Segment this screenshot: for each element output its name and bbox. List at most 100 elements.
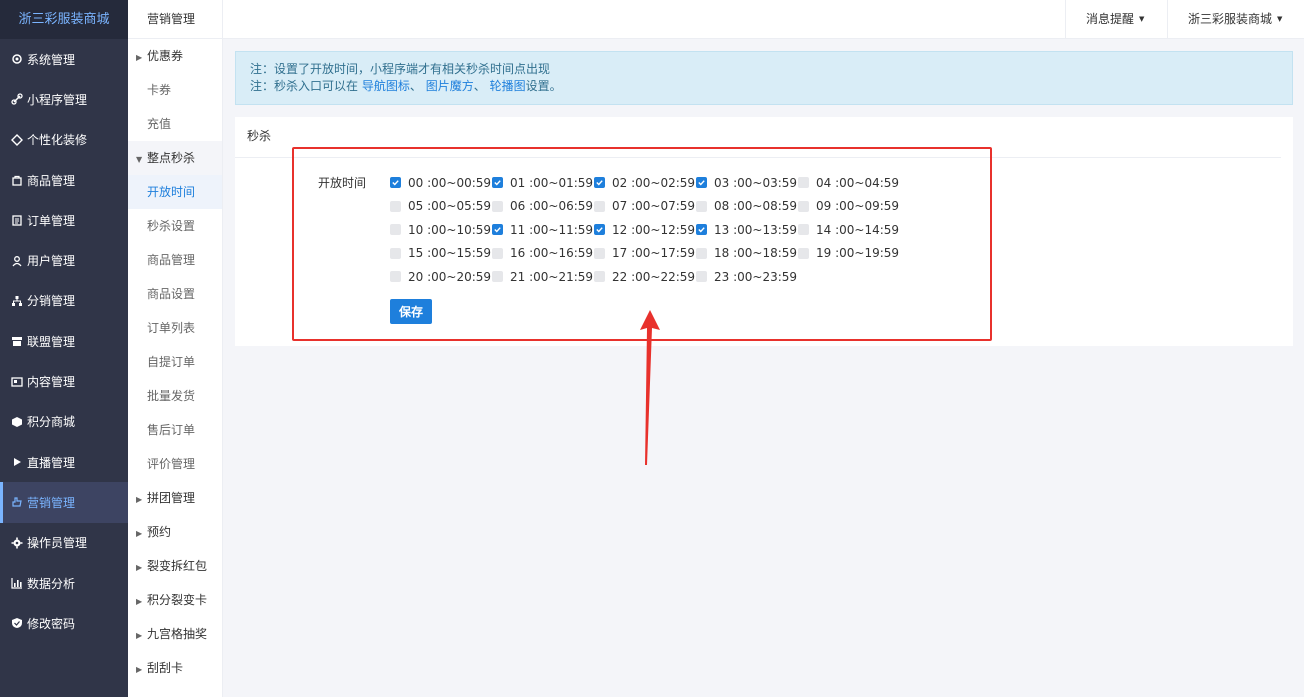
checkbox-unchecked[interactable] bbox=[492, 247, 503, 259]
checkbox-unchecked[interactable] bbox=[696, 271, 707, 283]
nav-item-10[interactable]: 直播管理 bbox=[0, 442, 128, 482]
checkbox-unchecked[interactable] bbox=[696, 247, 707, 259]
time-slot-option[interactable]: 21 :00~21:59 bbox=[492, 270, 594, 284]
submenu-item-12[interactable]: 评价管理 bbox=[128, 447, 222, 481]
time-slot-option[interactable]: 06 :00~06:59 bbox=[492, 199, 594, 213]
checkbox-unchecked[interactable] bbox=[798, 247, 809, 259]
time-slot-option[interactable]: 22 :00~22:59 bbox=[594, 270, 696, 284]
submenu-item-18[interactable]: ▶ 刮刮卡 bbox=[128, 651, 222, 685]
submenu-item-8[interactable]: 订单列表 bbox=[128, 311, 222, 345]
nav-item-6[interactable]: 分销管理 bbox=[0, 281, 128, 321]
nav-item-9[interactable]: 积分商城 bbox=[0, 402, 128, 442]
submenu-item-label: 批量发货 bbox=[147, 389, 196, 403]
checkbox-unchecked[interactable] bbox=[390, 247, 401, 259]
time-slot-option[interactable]: 08 :00~08:59 bbox=[696, 199, 798, 213]
time-slot-option[interactable]: 03 :00~03:59 bbox=[696, 176, 798, 190]
submenu-item-17[interactable]: ▶ 九宫格抽奖 bbox=[128, 617, 222, 651]
time-slot-option[interactable]: 00 :00~00:59 bbox=[390, 176, 492, 190]
nav-item-4[interactable]: 订单管理 bbox=[0, 200, 128, 240]
checkbox-unchecked[interactable] bbox=[390, 271, 401, 283]
submenu-item-13[interactable]: ▶ 拼团管理 bbox=[128, 481, 222, 515]
time-slot-option[interactable]: 10 :00~10:59 bbox=[390, 223, 492, 237]
nav-item-0[interactable]: 系统管理 bbox=[0, 39, 128, 79]
checkbox-checked[interactable] bbox=[390, 177, 401, 189]
time-slot-option[interactable]: 16 :00~16:59 bbox=[492, 246, 594, 260]
nav-item-8[interactable]: 内容管理 bbox=[0, 361, 128, 401]
checkbox-checked[interactable] bbox=[594, 177, 605, 189]
time-slot-label: 22 :00~22:59 bbox=[612, 269, 696, 284]
time-slot-option[interactable]: 09 :00~09:59 bbox=[798, 199, 900, 213]
submenu-item-14[interactable]: ▶ 预约 bbox=[128, 515, 222, 549]
time-slot-option[interactable]: 14 :00~14:59 bbox=[798, 223, 900, 237]
checkbox-checked[interactable] bbox=[696, 224, 707, 236]
time-slot-label: 12 :00~12:59 bbox=[612, 222, 696, 237]
submenu-item-7[interactable]: 商品设置 bbox=[128, 277, 222, 311]
nav-icon-link[interactable]: 导航图标 bbox=[362, 79, 410, 93]
time-slot-option[interactable]: 02 :00~02:59 bbox=[594, 176, 696, 190]
nav-item-14[interactable]: 修改密码 bbox=[0, 603, 128, 643]
submenu-item-15[interactable]: ▶ 裂变拆红包 bbox=[128, 549, 222, 583]
checkbox-unchecked[interactable] bbox=[492, 200, 503, 212]
nav-item-11[interactable]: 营销管理 bbox=[0, 482, 128, 523]
caret-right-icon: ▶ bbox=[136, 495, 143, 504]
submenu-item-2[interactable]: 充值 bbox=[128, 107, 222, 141]
checkbox-unchecked[interactable] bbox=[390, 224, 401, 236]
checkbox-unchecked[interactable] bbox=[594, 200, 605, 212]
submenu-item-5[interactable]: 秒杀设置 bbox=[128, 209, 222, 243]
nav-item-3[interactable]: 商品管理 bbox=[0, 160, 128, 200]
checkbox-checked[interactable] bbox=[492, 177, 503, 189]
submenu-item-6[interactable]: 商品管理 bbox=[128, 243, 222, 277]
submenu-item-label: 拼团管理 bbox=[147, 491, 196, 505]
time-slot-option[interactable]: 20 :00~20:59 bbox=[390, 270, 492, 284]
checkbox-unchecked[interactable] bbox=[798, 177, 809, 189]
carousel-link[interactable]: 轮播图 bbox=[490, 79, 526, 93]
submenu-title: 营销管理 bbox=[128, 0, 222, 39]
time-slot-option[interactable]: 15 :00~15:59 bbox=[390, 246, 492, 260]
submenu-item-4[interactable]: 开放时间 bbox=[128, 175, 222, 209]
time-slot-option[interactable]: 13 :00~13:59 bbox=[696, 223, 798, 237]
picture-cube-link[interactable]: 图片魔方 bbox=[426, 79, 474, 93]
submenu-item-1[interactable]: 卡券 bbox=[128, 73, 222, 107]
time-slot-label: 23 :00~23:59 bbox=[714, 269, 798, 284]
checkbox-checked[interactable] bbox=[696, 177, 707, 189]
nav-item-13[interactable]: 数据分析 bbox=[0, 563, 128, 603]
submenu-item-10[interactable]: 批量发货 bbox=[128, 379, 222, 413]
submenu-item-9[interactable]: 自提订单 bbox=[128, 345, 222, 379]
time-slot-label: 00 :00~00:59 bbox=[408, 175, 492, 190]
nav-item-7[interactable]: 联盟管理 bbox=[0, 321, 128, 361]
checkbox-unchecked[interactable] bbox=[594, 247, 605, 259]
time-slot-option[interactable]: 05 :00~05:59 bbox=[390, 199, 492, 213]
clipboard-icon bbox=[10, 213, 24, 227]
notice-prefix: 注：秒杀入口可以在 bbox=[250, 79, 359, 93]
nav-item-1[interactable]: 小程序管理 bbox=[0, 79, 128, 119]
submenu-item-11[interactable]: 售后订单 bbox=[128, 413, 222, 447]
time-slot-option[interactable]: 01 :00~01:59 bbox=[492, 176, 594, 190]
submenu-item-3[interactable]: ▼ 整点秒杀 bbox=[128, 141, 222, 175]
time-slot-option[interactable]: 23 :00~23:59 bbox=[696, 270, 798, 284]
time-slot-option[interactable]: 07 :00~07:59 bbox=[594, 199, 696, 213]
time-slot-option[interactable]: 19 :00~19:59 bbox=[798, 246, 900, 260]
time-slot-option[interactable]: 12 :00~12:59 bbox=[594, 223, 696, 237]
shop-dropdown[interactable]: 浙三彩服装商城 ▼ bbox=[1167, 0, 1304, 39]
nav-item-12[interactable]: 操作员管理 bbox=[0, 523, 128, 563]
submenu-item-16[interactable]: ▶ 积分裂变卡 bbox=[128, 583, 222, 617]
checkbox-checked[interactable] bbox=[492, 224, 503, 236]
checkbox-unchecked[interactable] bbox=[798, 200, 809, 212]
checkbox-unchecked[interactable] bbox=[594, 271, 605, 283]
checkbox-unchecked[interactable] bbox=[492, 271, 503, 283]
checkbox-unchecked[interactable] bbox=[696, 200, 707, 212]
checkbox-unchecked[interactable] bbox=[798, 224, 809, 236]
save-button[interactable]: 保存 bbox=[390, 299, 432, 324]
time-slot-option[interactable]: 11 :00~11:59 bbox=[492, 223, 594, 237]
submenu-item-0[interactable]: ▶ 优惠券 bbox=[128, 39, 222, 73]
time-slot-option[interactable]: 04 :00~04:59 bbox=[798, 176, 900, 190]
time-slot-option[interactable]: 18 :00~18:59 bbox=[696, 246, 798, 260]
bag-icon bbox=[10, 173, 24, 187]
brand-logo[interactable]: 浙三彩服装商城 bbox=[0, 0, 128, 39]
time-slot-option[interactable]: 17 :00~17:59 bbox=[594, 246, 696, 260]
notifications-dropdown[interactable]: 消息提醒 ▼ bbox=[1065, 0, 1168, 39]
checkbox-unchecked[interactable] bbox=[390, 200, 401, 212]
checkbox-checked[interactable] bbox=[594, 224, 605, 236]
nav-item-5[interactable]: 用户管理 bbox=[0, 240, 128, 280]
nav-item-2[interactable]: 个性化装修 bbox=[0, 120, 128, 160]
